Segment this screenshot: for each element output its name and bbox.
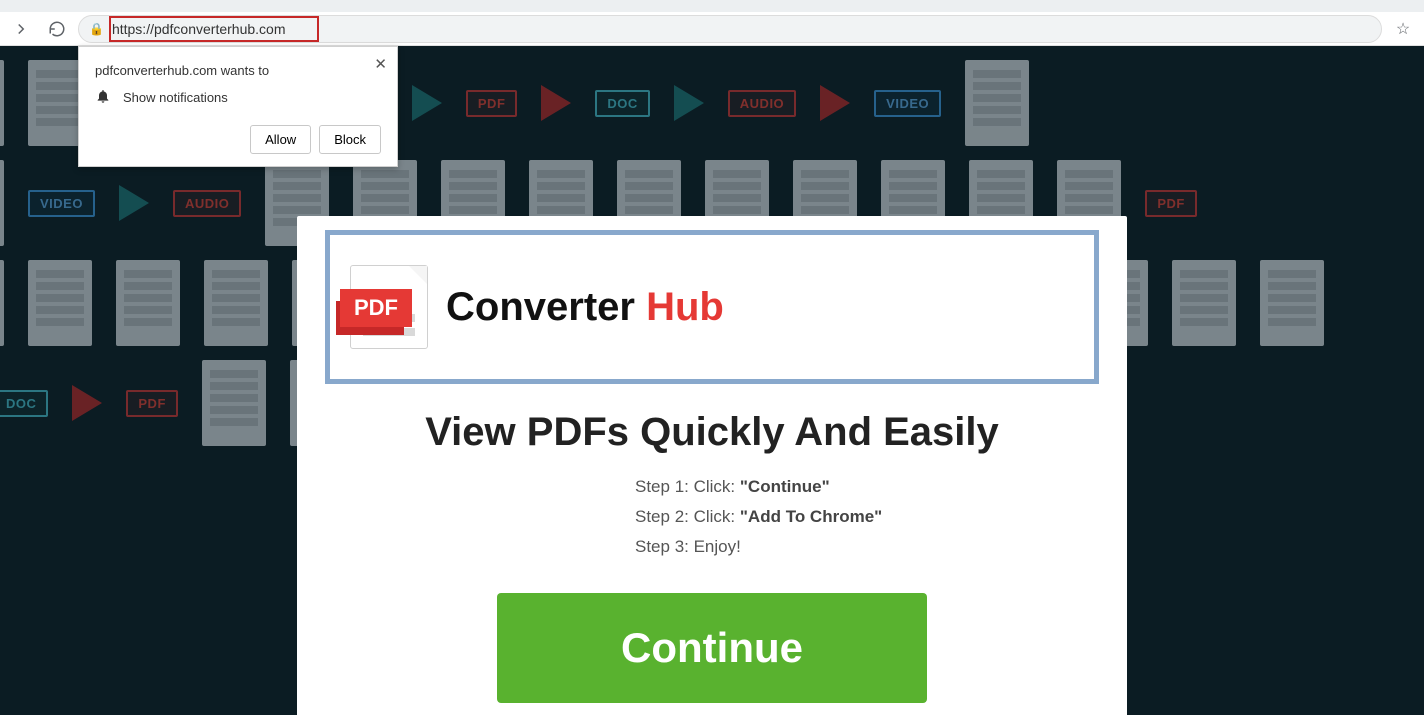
logo-graphic: PDF [350,265,428,349]
address-bar-row: 🔒 https://pdfconverterhub.com ☆ [0,12,1424,46]
arrow-icon [820,85,850,121]
headline: View PDFs Quickly And Easily [325,410,1099,455]
block-button[interactable]: Block [319,125,381,154]
bell-icon [95,88,111,107]
bg-chip-doc: DOC [0,390,48,417]
continue-button[interactable]: Continue [497,593,927,703]
bg-chip-doc: DOC [595,90,649,117]
arrow-icon [119,185,149,221]
logo-badge-text: PDF [340,289,412,327]
bg-chip-video: VIDEO [28,190,95,217]
bg-chip-pdf: PDF [1145,190,1197,217]
arrow-icon [541,85,571,121]
address-bar[interactable]: 🔒 https://pdfconverterhub.com [78,15,1382,43]
permission-capability-text: Show notifications [123,90,228,105]
reload-button[interactable] [42,15,72,43]
logo-word-hub: Hub [646,285,724,329]
notification-permission-popup: ✕ pdfconverterhub.com wants to Show noti… [78,46,398,167]
arrow-icon [412,85,442,121]
bg-chip-audio: AUDIO [173,190,241,217]
bg-chip-pdf: PDF [126,390,178,417]
bg-chip-pdf: PDF [466,90,518,117]
allow-button[interactable]: Allow [250,125,311,154]
lock-icon: 🔒 [89,22,104,36]
step-2: Step 2: Click: "Add To Chrome" [635,507,882,527]
close-icon[interactable]: ✕ [374,55,387,73]
arrow-icon [674,85,704,121]
logo-word-converter: Converter [446,285,646,329]
bg-chip-video: VIDEO [874,90,941,117]
main-card: PDF Converter Hub View PDFs Quickly And … [297,216,1127,715]
logo-text: Converter Hub [446,285,724,330]
logo-frame: PDF Converter Hub [325,230,1099,384]
bookmark-star-icon[interactable]: ☆ [1388,19,1418,39]
step-1: Step 1: Click: "Continue" [635,477,830,497]
bg-chip-audio: AUDIO [728,90,796,117]
permission-origin-text: pdfconverterhub.com wants to [95,63,381,78]
tab-strip [0,0,1424,12]
forward-button[interactable] [6,15,36,43]
step-3: Step 3: Enjoy! [635,537,741,557]
url-text: https://pdfconverterhub.com [112,21,286,37]
steps-list: Step 1: Click: "Continue" Step 2: Click:… [635,477,1099,557]
arrow-icon [72,385,102,421]
